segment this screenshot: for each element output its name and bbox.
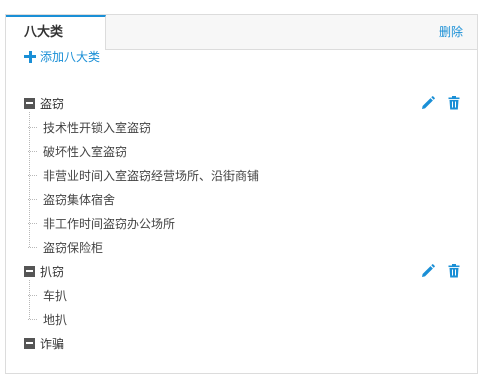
tree-leaf[interactable]: 车扒	[28, 286, 67, 304]
node-actions-theft	[421, 96, 461, 110]
add-category-label: 添加八大类	[40, 50, 101, 64]
minus-square-icon[interactable]	[24, 97, 35, 109]
add-category-button[interactable]: 添加八大类	[24, 48, 100, 65]
delete-link[interactable]: 删除	[439, 15, 463, 50]
tree-leaf[interactable]: 地扒	[28, 310, 67, 328]
trash-icon[interactable]	[447, 96, 461, 110]
pencil-icon[interactable]	[421, 96, 435, 110]
trash-icon[interactable]	[447, 264, 461, 278]
tree-node-theft[interactable]: 盗窃	[24, 94, 64, 112]
tree-leaf[interactable]: 非工作时间盗窃办公场所	[28, 214, 175, 232]
node-actions-pickpocket	[421, 264, 461, 278]
tab-eight-categories[interactable]: 八大类	[6, 15, 106, 50]
plus-icon	[24, 50, 36, 63]
tree-leaf[interactable]: 破坏性入室盗窃	[28, 142, 127, 160]
tree-leaf[interactable]: 技术性开锁入室盗窃	[28, 118, 151, 136]
tree-node-label: 诈骗	[40, 336, 65, 351]
tree-leaf[interactable]: 盗窃保险柜	[28, 238, 103, 256]
tree-node-fraud[interactable]: 诈骗	[24, 334, 64, 352]
tree-node-pickpocket[interactable]: 扒窃	[24, 262, 64, 280]
tree-leaf[interactable]: 盗窃集体宿舍	[28, 190, 115, 208]
tree-leaf[interactable]: 非营业时间入室盗窃经营场所、沿街商铺	[28, 166, 259, 184]
tree-node-label: 扒窃	[40, 264, 65, 279]
tab-bar: 八大类 删除	[6, 15, 477, 50]
pencil-icon[interactable]	[421, 264, 435, 278]
minus-square-icon[interactable]	[24, 337, 35, 349]
tree-node-label: 盗窃	[40, 96, 65, 111]
minus-square-icon[interactable]	[24, 265, 35, 277]
